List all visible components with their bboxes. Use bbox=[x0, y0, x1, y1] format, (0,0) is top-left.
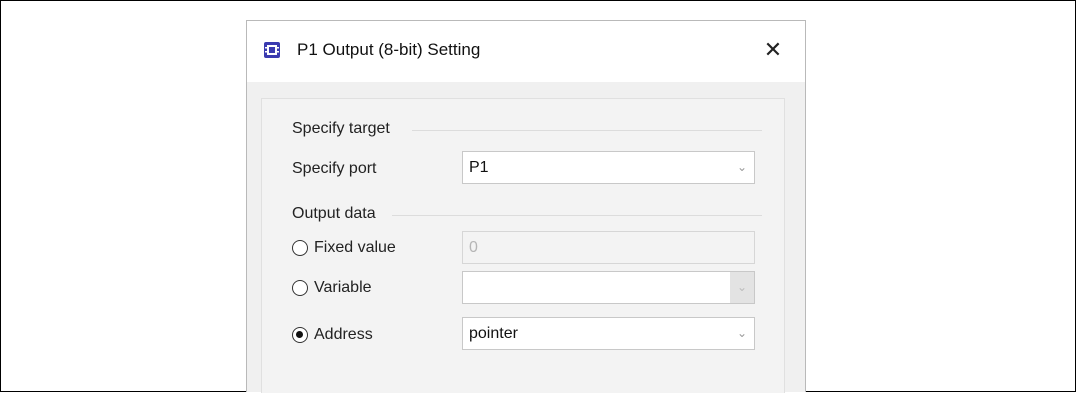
fixed-value-text: 0 bbox=[469, 239, 478, 256]
variable-label[interactable]: Variable bbox=[314, 278, 372, 298]
chevron-down-icon: ⌄ bbox=[736, 160, 748, 174]
group-divider bbox=[392, 215, 762, 216]
port-select-value: P1 bbox=[469, 159, 489, 176]
settings-dialog: P1 Output (8-bit) Setting ✕ Specify targ… bbox=[246, 20, 806, 393]
group-label-target: Specify target bbox=[292, 120, 390, 137]
group-divider bbox=[412, 130, 762, 131]
port-select[interactable]: P1 ⌄ bbox=[462, 151, 755, 184]
address-label[interactable]: Address bbox=[314, 325, 373, 345]
app-chip-icon bbox=[263, 41, 281, 59]
close-icon[interactable]: ✕ bbox=[758, 35, 788, 65]
variable-select[interactable]: ⌄ bbox=[462, 271, 755, 304]
fixed-value-radio[interactable] bbox=[292, 240, 308, 256]
title-bar: P1 Output (8-bit) Setting ✕ bbox=[247, 21, 805, 82]
group-label-output: Output data bbox=[292, 205, 376, 222]
chevron-down-icon: ⌄ bbox=[730, 272, 754, 303]
address-radio[interactable] bbox=[292, 327, 308, 343]
dialog-title: P1 Output (8-bit) Setting bbox=[297, 40, 481, 59]
address-select-value: pointer bbox=[469, 325, 518, 342]
fixed-value-input[interactable]: 0 bbox=[462, 231, 755, 264]
fixed-value-label[interactable]: Fixed value bbox=[314, 238, 396, 258]
variable-radio[interactable] bbox=[292, 280, 308, 296]
port-label: Specify port bbox=[292, 160, 377, 177]
chevron-down-icon: ⌄ bbox=[736, 326, 748, 340]
dialog-content: Specify target Specify port P1 ⌄ Output … bbox=[261, 98, 785, 393]
address-select[interactable]: pointer ⌄ bbox=[462, 317, 755, 350]
